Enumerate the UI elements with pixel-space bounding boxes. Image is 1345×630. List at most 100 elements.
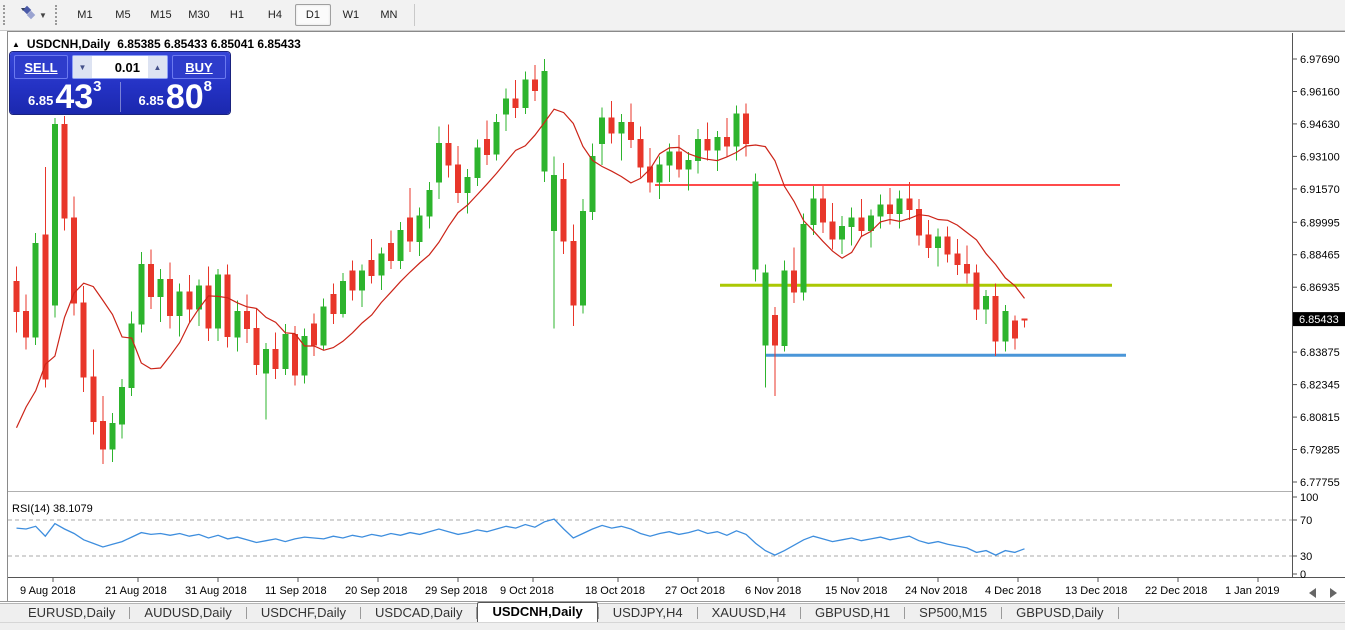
date-axis-label: 15 Nov 2018 (825, 585, 887, 597)
candle-body (14, 282, 19, 312)
rsi-scale-label: 70 (1300, 515, 1312, 527)
date-axis-label: 4 Dec 2018 (985, 585, 1041, 597)
price-axis-label: 6.82345 (1300, 380, 1340, 392)
candle-body (158, 280, 163, 297)
rsi-indicator-label: RSI(14) 38.1079 (12, 503, 93, 515)
candle-body (849, 218, 854, 227)
candle-body (72, 218, 77, 303)
candle-body (676, 152, 681, 169)
tab-divider (1118, 607, 1119, 619)
price-axis-label: 6.83875 (1300, 347, 1340, 359)
candle-body (974, 273, 979, 309)
price-axis-label: 6.91570 (1300, 184, 1340, 196)
date-axis-label: 9 Oct 2018 (500, 585, 554, 597)
rsi-scale-label: 30 (1300, 551, 1312, 563)
candle-body (571, 241, 576, 305)
date-axis-label: 11 Sep 2018 (265, 585, 327, 597)
candle-body (120, 388, 125, 424)
candle-body (168, 280, 173, 316)
candle-body (964, 265, 969, 274)
price-axis-label: 6.88465 (1300, 250, 1340, 262)
candle-body (427, 190, 432, 216)
candle-body (888, 205, 893, 214)
candle-body (792, 271, 797, 292)
candle-body (772, 316, 777, 346)
candle-body (254, 328, 259, 364)
candle-body (494, 122, 499, 154)
date-axis-label: 9 Aug 2018 (20, 585, 76, 597)
candle-body (273, 350, 278, 369)
candle-body (264, 350, 269, 373)
candle-body (532, 80, 537, 91)
candle-body (340, 282, 345, 314)
candle-body (734, 114, 739, 146)
candle-body (100, 422, 105, 450)
price-axis-label: 6.86935 (1300, 282, 1340, 294)
tab-sp500-m15[interactable]: SP500,M15 (905, 604, 1001, 622)
tab-audusd-daily[interactable]: AUDUSD,Daily (130, 604, 245, 622)
tab-eurusd-daily[interactable]: EURUSD,Daily (14, 604, 129, 622)
candle-body (984, 296, 989, 309)
candle-body (811, 199, 816, 225)
date-axis-label: 18 Oct 2018 (585, 585, 645, 597)
candle-body (859, 218, 864, 231)
candle-body (33, 243, 38, 336)
tab-xauusd-h4[interactable]: XAUUSD,H4 (698, 604, 800, 622)
candle-body (369, 260, 374, 275)
price-axis-label: 6.96160 (1300, 87, 1340, 99)
date-axis-label: 24 Nov 2018 (905, 585, 967, 597)
candle-body (43, 235, 48, 379)
candle-body (1003, 311, 1008, 341)
candle-body (216, 275, 221, 328)
candle-body (187, 292, 192, 309)
tab-usdjpy-h4[interactable]: USDJPY,H4 (599, 604, 697, 622)
candle-body (350, 271, 355, 290)
tab-gbpusd-daily[interactable]: GBPUSD,Daily (1002, 604, 1117, 622)
tab-usdchf-daily[interactable]: USDCHF,Daily (247, 604, 360, 622)
date-axis-label: 29 Sep 2018 (425, 585, 487, 597)
price-chart-canvas[interactable]: RSI(14) 38.1079 6.976906.961606.946306.9… (0, 0, 1345, 629)
candle-body (24, 311, 29, 337)
mt4-application: ▼ M1M5M15M30H1H4D1W1MN ▲ USDCNH,Daily 6.… (0, 0, 1345, 629)
candle-body (446, 144, 451, 165)
moving-average-line (17, 109, 1025, 428)
candle-body (484, 139, 489, 154)
candle-body (744, 114, 749, 144)
candle-body (628, 122, 633, 139)
date-axis-label: 6 Nov 2018 (745, 585, 801, 597)
candle-body (840, 226, 845, 239)
candle-body (926, 235, 931, 248)
candle-body (657, 165, 662, 182)
tab-usdcnh-daily[interactable]: USDCNH,Daily (477, 602, 597, 622)
candle-body (552, 176, 557, 231)
candle-body (1022, 319, 1027, 320)
date-axis-label: 20 Sep 2018 (345, 585, 407, 597)
date-axis-label: 27 Oct 2018 (665, 585, 725, 597)
candle-body (91, 377, 96, 422)
candle-body (398, 231, 403, 261)
candle-body (465, 178, 470, 193)
candle-body (62, 125, 67, 218)
price-axis-label: 6.77755 (1300, 477, 1340, 489)
chart-tab-bar: EURUSD,DailyAUDUSD,DailyUSDCHF,DailyUSDC… (0, 603, 1345, 622)
candle-body (417, 216, 422, 242)
scroll-right-icon[interactable] (1330, 588, 1337, 598)
price-axis-label: 6.80815 (1300, 412, 1340, 424)
candle-body (436, 144, 441, 182)
price-axis-label: 6.93100 (1300, 151, 1340, 163)
candle-body (820, 199, 825, 222)
tab-gbpusd-h1[interactable]: GBPUSD,H1 (801, 604, 904, 622)
candle-body (206, 286, 211, 328)
candle-body (753, 182, 758, 269)
candle-body (782, 271, 787, 345)
candle-body (590, 156, 595, 211)
tab-usdcad-daily[interactable]: USDCAD,Daily (361, 604, 476, 622)
candle-body (475, 148, 480, 178)
candle-body (81, 303, 86, 377)
price-axis-label: 6.89995 (1300, 217, 1340, 229)
scroll-left-icon[interactable] (1309, 588, 1316, 598)
candle-body (292, 335, 297, 375)
price-axis-label: 6.97690 (1300, 54, 1340, 66)
candle-body (667, 152, 672, 165)
rsi-scale-label: 0 (1300, 569, 1306, 581)
